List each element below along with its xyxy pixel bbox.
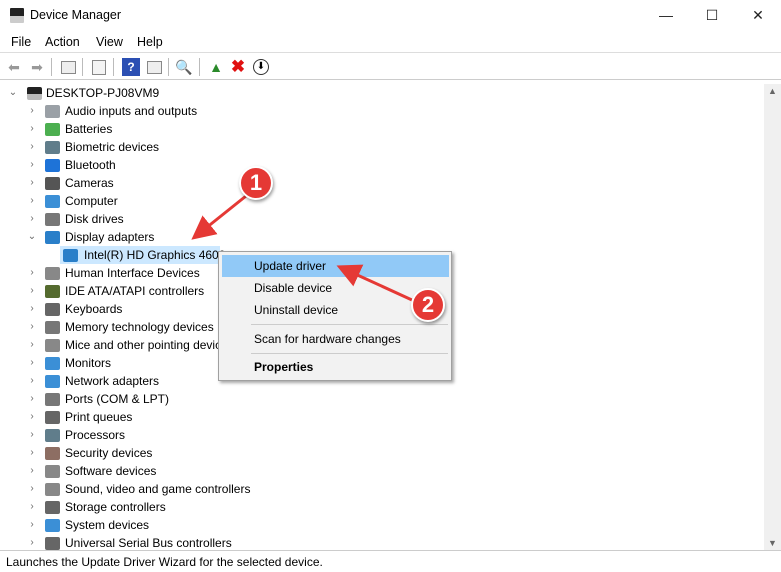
- annotation-arrows: [191, 194, 413, 302]
- arrow-1: [191, 194, 247, 240]
- status-bar: Launches the Update Driver Wizard for th…: [0, 550, 781, 572]
- arrow-2: [336, 264, 413, 302]
- step-1-badge: 1: [239, 166, 273, 200]
- step-2-badge: 2: [411, 288, 445, 322]
